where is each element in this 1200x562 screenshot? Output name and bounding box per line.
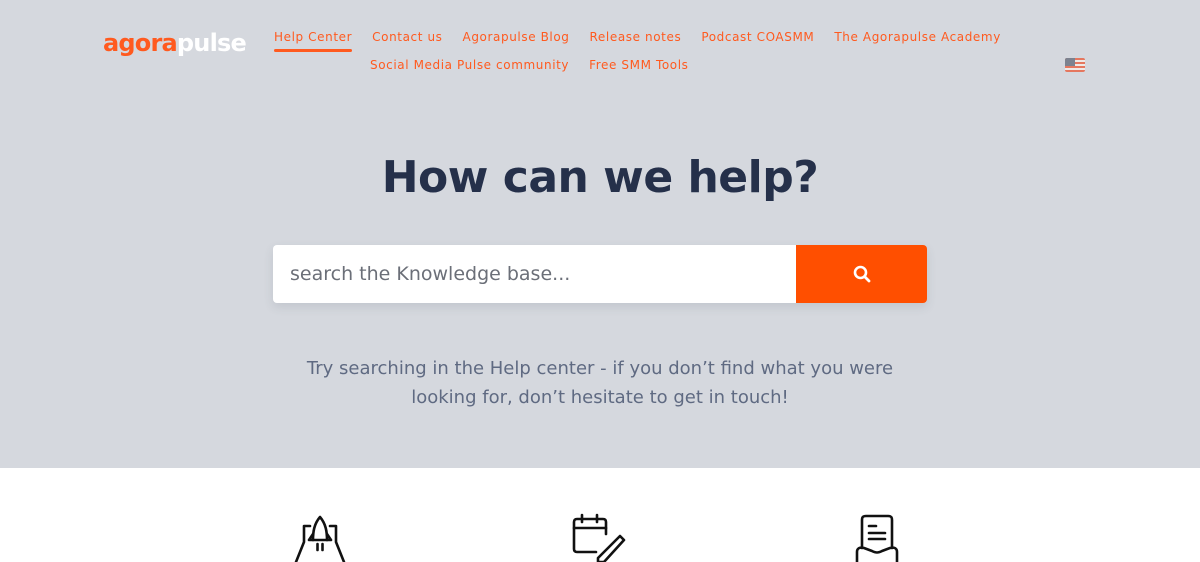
nav-link-podcast[interactable]: Podcast COASMM <box>701 29 814 45</box>
logo-part-pulse: pulse <box>176 29 247 57</box>
hero-section: agorapulse Help Center Contact us Agorap… <box>0 0 1200 468</box>
search-button[interactable] <box>796 245 927 303</box>
calendar-edit-icon[interactable] <box>570 512 630 562</box>
subtitle-line-2: looking for, don’t hesitate to get in to… <box>411 387 789 408</box>
nav-link-blog[interactable]: Agorapulse Blog <box>463 29 570 45</box>
nav-link-free-tools[interactable]: Free SMM Tools <box>589 57 688 73</box>
document-inbox-icon[interactable] <box>852 512 912 562</box>
nav-link-academy[interactable]: The Agorapulse Academy <box>834 29 1001 45</box>
hero-subtitle: Try searching in the Help center - if yo… <box>0 354 1200 412</box>
nav-link-community[interactable]: Social Media Pulse community <box>370 57 569 73</box>
logo-part-agora: agora <box>103 29 178 57</box>
us-flag-icon[interactable] <box>1065 58 1085 72</box>
subtitle-line-1: Try searching in the Help center - if yo… <box>306 358 894 379</box>
nav-link-release-notes[interactable]: Release notes <box>590 29 682 45</box>
top-navigation: Help Center Contact us Agorapulse Blog R… <box>274 29 1034 85</box>
search-input[interactable] <box>273 245 796 303</box>
nav-link-help-center[interactable]: Help Center <box>274 29 353 52</box>
flag-canton <box>1065 58 1075 66</box>
rocket-launch-icon[interactable] <box>290 512 350 562</box>
agorapulse-logo[interactable]: agorapulse <box>103 27 247 59</box>
search-icon <box>853 265 870 283</box>
page-title: How can we help? <box>381 152 819 203</box>
nav-link-contact-us[interactable]: Contact us <box>372 29 442 45</box>
search-bar <box>273 245 927 303</box>
